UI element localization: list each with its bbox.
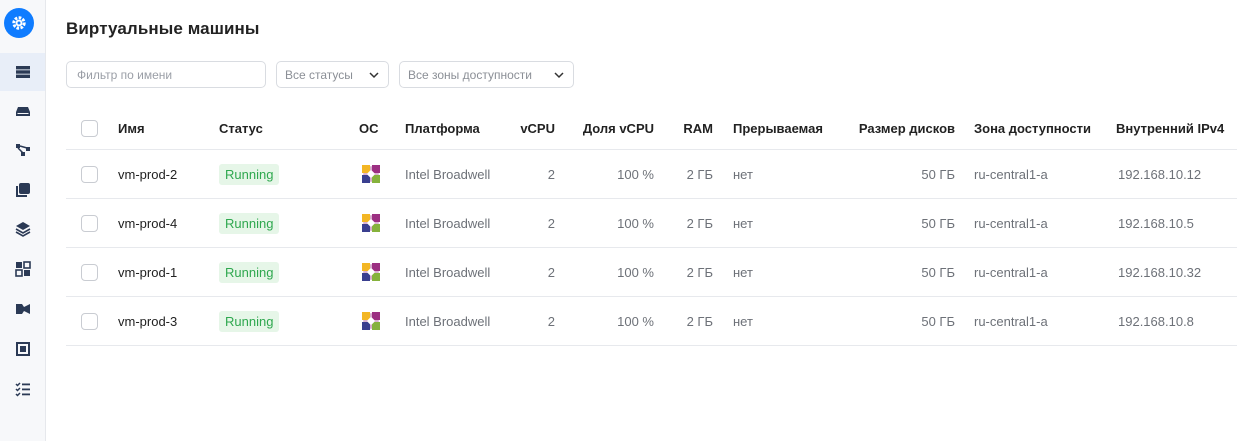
row-checkbox[interactable] (81, 165, 98, 183)
disk-icon (15, 107, 30, 116)
layers-icon (15, 222, 30, 237)
vm-table: Имя Статус ОС Платформа vCPU Доля vCPU R… (66, 108, 1237, 346)
page-title: Виртуальные машины (66, 19, 260, 38)
column-header-ipv4[interactable]: Внутренний IPv4 (1116, 108, 1237, 149)
zone: ru-central1-a (974, 166, 1048, 182)
operations-list-icon (14, 382, 30, 397)
preemptible: нет (733, 215, 753, 231)
row-checkbox[interactable] (81, 312, 98, 330)
ram: 2 ГБ (686, 166, 713, 182)
centos-icon (359, 248, 389, 296)
ram: 2 ГБ (686, 215, 713, 231)
vm-name[interactable]: vm-prod-2 (118, 150, 208, 198)
images-icon (15, 183, 30, 197)
vm-name[interactable]: vm-prod-4 (118, 199, 208, 247)
vm-name[interactable]: vm-prod-1 (118, 248, 208, 296)
row-checkbox[interactable] (81, 263, 98, 281)
column-header-platform[interactable]: Платформа (405, 108, 515, 149)
sidebar-item-images[interactable] (0, 171, 45, 209)
ram: 2 ГБ (686, 313, 713, 329)
name-filter-input[interactable] (66, 61, 266, 88)
column-header-status[interactable]: Статус (219, 108, 329, 149)
preemptible: нет (733, 166, 753, 182)
column-header-os[interactable]: ОС (359, 108, 389, 149)
vcpu-count: 2 (547, 313, 555, 329)
frame-icon (15, 342, 30, 356)
zone: ru-central1-a (974, 215, 1048, 231)
vcpu-count: 2 (547, 264, 555, 280)
ram: 2 ГБ (686, 264, 713, 280)
centos-icon (359, 297, 389, 345)
internal-ipv4: 192.168.10.5 (1118, 215, 1194, 231)
vcpu-count: 2 (547, 215, 555, 231)
disk-size: 50 ГБ (921, 264, 955, 280)
placement-icon (14, 261, 31, 277)
chevron-down-icon (369, 71, 379, 78)
chevron-down-icon (554, 71, 564, 78)
column-header-disk-size[interactable]: Размер дисков (844, 108, 955, 149)
table-row[interactable]: vm-prod-4 Running Intel Broadwell 2 100 … (66, 199, 1237, 248)
vcpu-share: 100 % (617, 215, 654, 231)
table-row[interactable]: vm-prod-2 Running Intel Broadwell 2 100 … (66, 150, 1237, 199)
preemptible: нет (733, 313, 753, 329)
disk-size: 50 ГБ (921, 166, 955, 182)
zone: ru-central1-a (974, 264, 1048, 280)
status-badge: Running (219, 261, 280, 283)
column-header-vcpu[interactable]: vCPU (503, 108, 555, 149)
vcpu-share: 100 % (617, 264, 654, 280)
sidebar-item-frames[interactable] (0, 330, 45, 368)
platform: Intel Broadwell (405, 215, 491, 231)
snapshot-icon (15, 304, 30, 314)
status-badge: Running (219, 163, 280, 185)
status-badge: Running (219, 212, 280, 234)
table-row[interactable]: vm-prod-1 Running Intel Broadwell 2 100 … (66, 248, 1237, 297)
status-filter-select[interactable]: Все статусы (276, 61, 389, 88)
column-header-name[interactable]: Имя (118, 108, 208, 149)
status-badge: Running (219, 310, 280, 332)
sidebar-item-placement[interactable] (0, 250, 45, 288)
row-checkbox[interactable] (81, 214, 98, 232)
preemptible: нет (733, 264, 753, 280)
sidebar (0, 0, 46, 441)
table-row[interactable]: vm-prod-3 Running Intel Broadwell 2 100 … (66, 297, 1237, 346)
vcpu-count: 2 (547, 166, 555, 182)
zone-filter-label: Все зоны доступности (408, 67, 532, 82)
vm-name[interactable]: vm-prod-3 (118, 297, 208, 345)
internal-ipv4: 192.168.10.32 (1118, 264, 1202, 280)
column-header-ram[interactable]: RAM (663, 108, 713, 149)
sidebar-item-disks[interactable] (0, 92, 45, 130)
main-content: Виртуальные машины Все статусы Все зоны … (46, 0, 1237, 441)
centos-icon (359, 150, 389, 198)
column-header-zone[interactable]: Зона доступности (974, 108, 1104, 149)
status-filter-label: Все статусы (285, 67, 353, 82)
internal-ipv4: 192.168.10.12 (1118, 166, 1202, 182)
select-all-checkbox[interactable] (81, 120, 98, 137)
zone-filter-select[interactable]: Все зоны доступности (399, 61, 574, 88)
server-icon (15, 66, 30, 78)
sidebar-item-layers[interactable] (0, 210, 45, 248)
sidebar-item-operations[interactable] (0, 370, 45, 408)
sidebar-item-vms[interactable] (0, 53, 45, 91)
platform: Intel Broadwell (405, 313, 491, 329)
vcpu-share: 100 % (617, 313, 654, 329)
disk-size: 50 ГБ (921, 215, 955, 231)
column-header-vcpu-share[interactable]: Доля vCPU (571, 108, 654, 149)
sidebar-item-snapshots[interactable] (0, 290, 45, 328)
vcpu-share: 100 % (617, 166, 654, 182)
zone: ru-central1-a (974, 313, 1048, 329)
gear-icon[interactable] (4, 8, 34, 38)
disk-size: 50 ГБ (921, 313, 955, 329)
internal-ipv4: 192.168.10.8 (1118, 313, 1194, 329)
column-header-preemptible[interactable]: Прерываемая (733, 108, 843, 149)
centos-icon (359, 199, 389, 247)
sidebar-item-network[interactable] (0, 131, 45, 169)
table-header: Имя Статус ОС Платформа vCPU Доля vCPU R… (66, 108, 1237, 150)
platform: Intel Broadwell (405, 166, 491, 182)
platform: Intel Broadwell (405, 264, 491, 280)
network-icon (15, 144, 30, 156)
